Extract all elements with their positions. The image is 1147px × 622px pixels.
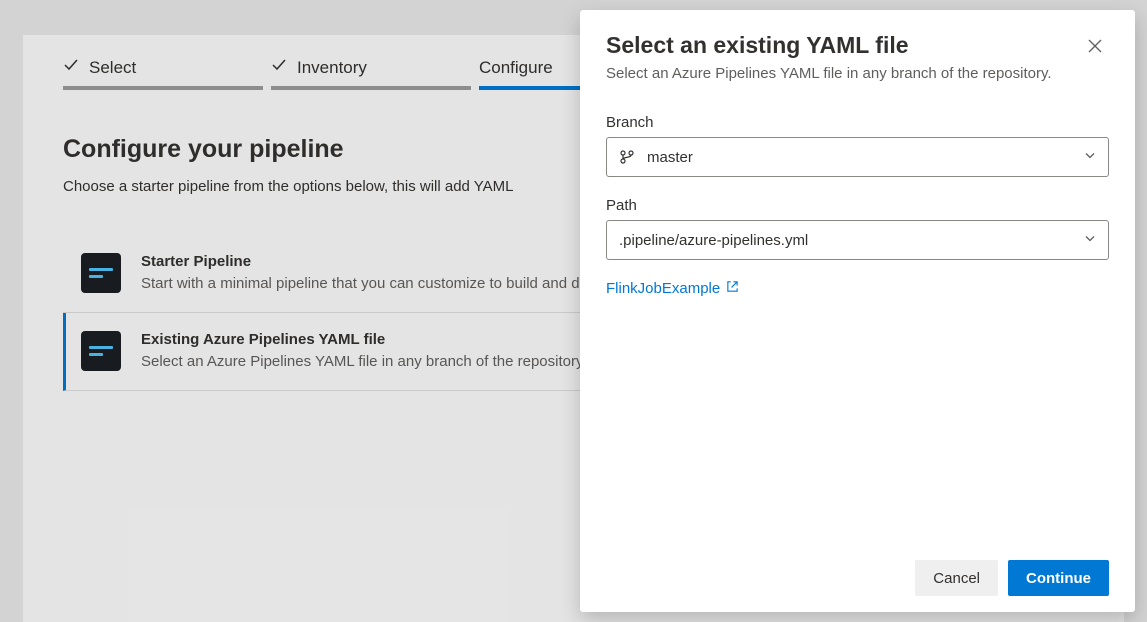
branch-icon xyxy=(619,149,635,165)
flink-job-example-link[interactable]: FlinkJobExample xyxy=(606,280,739,297)
modal-footer: Cancel Continue xyxy=(580,544,1135,612)
modal-title: Select an existing YAML file xyxy=(606,32,1052,59)
close-button[interactable] xyxy=(1081,32,1109,63)
path-value: .pipeline/azure-pipelines.yml xyxy=(619,232,808,249)
path-label: Path xyxy=(606,197,1109,214)
branch-form-group: Branch master xyxy=(606,114,1109,177)
continue-button[interactable]: Continue xyxy=(1008,560,1109,596)
modal-subtitle: Select an Azure Pipelines YAML file in a… xyxy=(606,63,1052,84)
close-icon xyxy=(1087,38,1103,58)
yaml-file-modal: Select an existing YAML file Select an A… xyxy=(580,10,1135,612)
cancel-button[interactable]: Cancel xyxy=(915,560,998,596)
modal-header: Select an existing YAML file Select an A… xyxy=(580,10,1135,92)
link-text: FlinkJobExample xyxy=(606,280,720,297)
external-link-icon xyxy=(726,280,739,297)
path-dropdown[interactable]: .pipeline/azure-pipelines.yml xyxy=(606,220,1109,260)
branch-label: Branch xyxy=(606,114,1109,131)
path-form-group: Path .pipeline/azure-pipelines.yml xyxy=(606,197,1109,260)
branch-dropdown[interactable]: master xyxy=(606,137,1109,177)
chevron-down-icon xyxy=(1084,149,1096,166)
modal-body: Branch master Path .p xyxy=(580,92,1135,544)
chevron-down-icon xyxy=(1084,232,1096,249)
branch-value: master xyxy=(647,149,693,166)
